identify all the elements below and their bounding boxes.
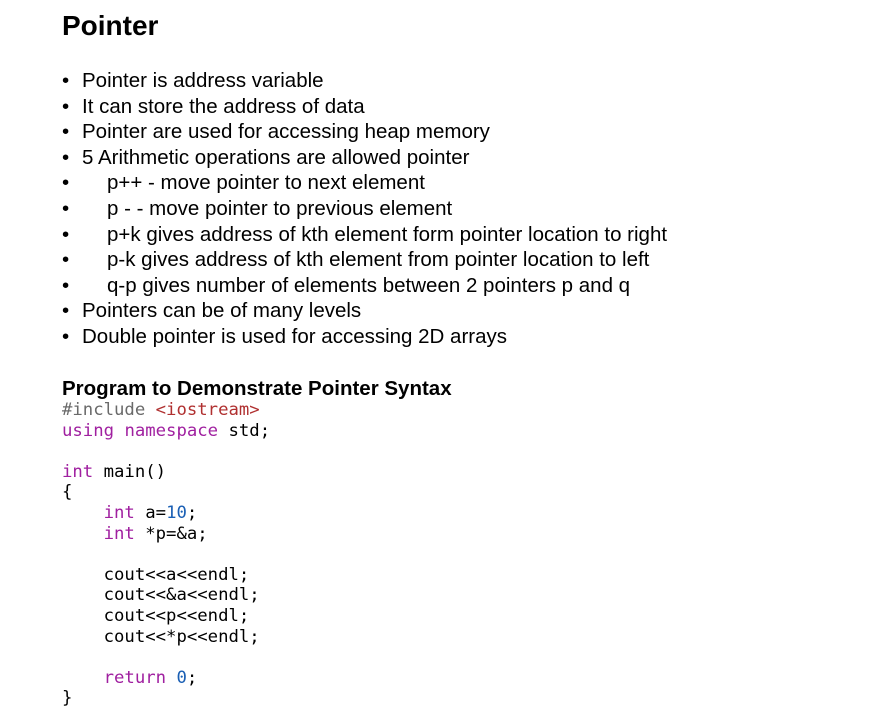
code-line-include: #include <iostream>	[62, 400, 270, 421]
bullet-text: q-p gives number of elements between 2 p…	[107, 273, 631, 297]
code-line-decl-p: int *p=&a;	[62, 524, 270, 545]
code-line-cout: cout<<a<<endl;	[62, 565, 270, 586]
keyword: int	[103, 523, 135, 544]
bullet-text: Pointers can be of many levels	[82, 299, 362, 323]
number-literal: 10	[166, 502, 187, 523]
page-title: Pointer	[62, 10, 159, 41]
code-text: ;	[186, 667, 198, 688]
bullet-marker: •	[62, 120, 70, 144]
bullet-text: p - - move pointer to previous element	[107, 196, 453, 220]
code-line-main: int main()	[62, 462, 270, 483]
program-heading: Program to Demonstrate Pointer Syntax	[62, 377, 452, 400]
bullet-text: Double pointer is used for accessing 2D …	[82, 324, 508, 348]
bullet-text: p++ - move pointer to next element	[107, 171, 425, 195]
bullet-text: Pointer is address variable	[82, 69, 324, 92]
code-text: main()	[93, 461, 167, 482]
code-line-cout: cout<<p<<endl;	[62, 606, 270, 627]
bullet-marker: •	[62, 222, 70, 246]
bullet-marker: •	[62, 171, 70, 195]
code-line-open-brace: {	[62, 482, 270, 503]
bullet-marker: •	[62, 324, 70, 348]
code-text: a=	[134, 502, 167, 523]
code-line-cout: cout<<&a<<endl;	[62, 585, 270, 606]
code-text: {	[62, 482, 73, 503]
keyword: int	[103, 502, 135, 523]
bullet-text: p-k gives address of kth element from po…	[107, 248, 650, 272]
code-block: #include <iostream> using namespace std;…	[62, 400, 270, 709]
include-header: <iostream>	[155, 400, 260, 420]
keyword: using	[62, 420, 115, 441]
code-text: cout<<p<<endl;	[103, 605, 250, 626]
code-text: cout<<*p<<endl;	[103, 626, 260, 647]
bullet-marker: •	[62, 69, 70, 92]
code-text: ;	[186, 502, 198, 523]
bullet-text: It can store the address of data	[82, 94, 365, 118]
bullet-marker: •	[62, 248, 70, 272]
code-text: cout<<a<<endl;	[103, 564, 250, 585]
bullet-marker: •	[62, 94, 70, 118]
preprocessor-directive: #include	[62, 400, 146, 420]
bullet-marker: •	[62, 273, 70, 297]
code-text: }	[62, 688, 73, 709]
code-text: *p=&a;	[134, 523, 208, 544]
bullet-marker: •	[62, 196, 70, 220]
bullet-marker: •	[62, 145, 70, 169]
bullet-text: Pointer are used for accessing heap memo…	[82, 120, 490, 144]
code-line-decl-a: int a=10;	[62, 503, 270, 524]
code-line-using: using namespace std;	[62, 421, 270, 442]
number-literal: 0	[176, 667, 187, 688]
bullet-text: 5 Arithmetic operations are allowed poin…	[82, 145, 470, 169]
code-text: std;	[218, 420, 271, 441]
code-line-close-brace: }	[62, 688, 270, 709]
bullet-marker: •	[62, 299, 70, 323]
code-text: cout<<&a<<endl;	[103, 585, 260, 606]
bullet-text: p+k gives address of kth element form po…	[107, 222, 668, 246]
code-line-return: return 0;	[62, 668, 270, 689]
keyword: int	[62, 461, 94, 482]
code-line-cout: cout<<*p<<endl;	[62, 627, 270, 648]
keyword: namespace	[124, 420, 219, 441]
keyword: return	[103, 667, 167, 688]
